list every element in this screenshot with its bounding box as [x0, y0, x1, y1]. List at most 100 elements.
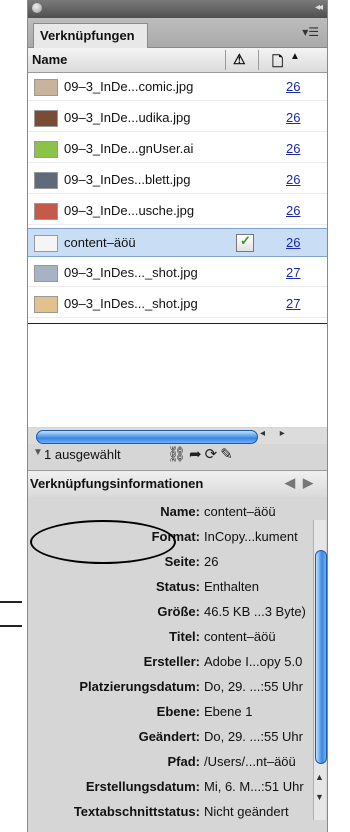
file-thumbnail-icon [34, 265, 58, 282]
info-key: Ersteller: [143, 654, 200, 669]
tab-links[interactable]: Verknüpfungen [33, 23, 148, 48]
info-value: content–äöü [204, 504, 276, 519]
scroll-thumb[interactable] [36, 430, 258, 444]
page-link[interactable]: 26 [286, 172, 300, 187]
page-link[interactable]: 26 [286, 203, 300, 218]
page-link[interactable]: 26 [286, 235, 300, 250]
link-info-header[interactable]: Verknüpfungsinformationen ◀▶ [28, 470, 327, 498]
go-to-link-icon[interactable]: ➦ [189, 446, 205, 463]
info-value: 46.5 KB ...3 Byte) [204, 604, 306, 619]
tab-row: Verknüpfungen ▾☰ [28, 18, 327, 48]
link-file-name: 09–3_InDe...comic.jpg [64, 79, 194, 94]
list-item[interactable]: 09–3_InDe...gnUser.ai 26 [28, 135, 327, 163]
info-key: Name: [160, 504, 200, 519]
info-key: Pfad: [167, 754, 201, 769]
file-thumbnail-icon [34, 141, 58, 158]
info-row: Erstellungsdatum: Mi, 6. M...:51 Uhr [28, 776, 318, 798]
link-info-title: Verknüpfungsinformationen [30, 476, 204, 491]
info-row: Ersteller: Adobe I...opy 5.0 [28, 651, 318, 673]
info-key: Format: [151, 529, 200, 544]
close-button[interactable] [32, 3, 42, 13]
list-item[interactable]: content–äöü 26 [28, 228, 327, 257]
list-item[interactable]: 09–3_InDe...comic.jpg 26 [28, 73, 327, 101]
selection-count: 1 ausgewählt [44, 447, 121, 462]
link-file-name: 09–3_InDes..._shot.jpg [64, 296, 198, 311]
info-nav-arrows-icon[interactable]: ◀▶ [285, 475, 321, 491]
page-link[interactable]: 27 [286, 265, 300, 280]
info-row: Textabschnittstatus: Nicht geändert [28, 801, 318, 823]
link-file-name: 09–3_InDe...usche.jpg [64, 203, 195, 218]
links-list: 09–3_InDe...comic.jpg 26 09–3_InDe...udika… [28, 73, 327, 427]
link-file-name: 09–3_InDes..._shot.jpg [64, 265, 198, 280]
scroll-up-icon[interactable]: ▲ [315, 772, 324, 782]
link-file-name: 09–3_InDes...blett.jpg [64, 172, 191, 187]
info-value: Nicht geändert [204, 804, 289, 819]
collapse-icon[interactable]: ◂◂ [315, 2, 323, 13]
file-thumbnail-icon [34, 110, 58, 127]
info-key: Textabschnittstatus: [73, 804, 200, 819]
file-thumbnail-icon [34, 203, 58, 220]
column-name[interactable]: Name [32, 52, 67, 67]
info-key: Geändert: [138, 729, 200, 744]
info-key: Seite: [164, 554, 200, 569]
list-item[interactable]: 09–3_InDes...blett.jpg 26 [28, 166, 327, 194]
link-file-name: 09–3_InDe...udika.jpg [64, 110, 191, 125]
list-item[interactable]: 09–3_InDe...usche.jpg 26 [28, 197, 327, 225]
warning-icon[interactable]: ⚠ [233, 51, 246, 68]
embedded-status-icon [236, 233, 254, 252]
vertical-scrollbar[interactable]: ▲ ▼ [313, 520, 327, 820]
page-link[interactable]: 27 [286, 296, 300, 311]
file-thumbnail-icon [34, 235, 58, 252]
info-value: 26 [204, 554, 219, 569]
page-link[interactable]: 26 [286, 110, 300, 125]
scroll-down-icon[interactable]: ▼ [315, 792, 324, 802]
info-value: /Users/...nt–äöü [204, 754, 296, 769]
info-row: Pfad:/Users/...nt–äöü [28, 751, 318, 773]
panel-menu-icon[interactable]: ▾☰ [302, 25, 319, 39]
info-key: Platzierungsdatum: [79, 679, 200, 694]
sort-arrow-icon[interactable]: ▲ [290, 51, 300, 62]
vertical-scroll-thumb[interactable] [315, 550, 327, 764]
info-value: Enthalten [204, 579, 259, 594]
info-key: Titel: [169, 629, 200, 644]
update-link-icon[interactable]: ⟳ [205, 446, 221, 463]
info-row: Ebene: Ebene 1 [28, 701, 318, 723]
info-value: InCopy...kument [204, 529, 298, 544]
list-divider [28, 323, 327, 324]
link-tools: ⛓➦⟳✎ [167, 445, 236, 463]
annotation-mark [0, 601, 22, 603]
annotation-mark [0, 625, 22, 627]
info-key: Größe: [157, 604, 200, 619]
page-icon[interactable]: 🗋 [272, 51, 283, 75]
page-link[interactable]: 26 [286, 79, 300, 94]
file-thumbnail-icon [34, 79, 58, 96]
disclosure-triangle-icon[interactable]: ▼ [33, 447, 43, 458]
info-key: Status: [155, 579, 200, 594]
info-row: Platzierungsdatum: Do, 29. ...:55 Uhr [28, 676, 318, 698]
info-value: content–äöü [204, 629, 276, 644]
link-info-body: Name: content–äöü Format: InCopy...kument Se… [28, 497, 327, 832]
info-value: Ebene 1 [204, 704, 253, 719]
page-link[interactable]: 26 [286, 141, 300, 156]
info-value: Do, 29. ...:55 Uhr [204, 729, 303, 744]
info-row: Name: content–äöü [28, 501, 318, 523]
list-item[interactable]: 09–3_InDes..._shot.jpg 27 [28, 290, 327, 318]
relink-cc-icon[interactable]: ⛓ [167, 446, 189, 463]
info-row: Größe: 46.5 KB ...3 Byte) [28, 601, 318, 623]
info-value: Do, 29. ...:55 Uhr [204, 679, 303, 694]
info-key: Erstellungsdatum: [85, 779, 200, 794]
column-divider [258, 50, 259, 70]
edit-original-icon[interactable]: ✎ [220, 446, 236, 463]
info-row: Seite: 26 [28, 551, 318, 573]
link-file-name: 09–3_InDe...gnUser.ai [64, 141, 194, 156]
links-panel: ◂◂ Verknüpfungen ▾☰ Name ⚠ 🗋 ▲ 09–3_InDe… [27, 0, 328, 832]
list-item[interactable]: 09–3_InDes..._shot.jpg 27 [28, 259, 327, 287]
column-divider [225, 50, 226, 70]
file-thumbnail-icon [34, 296, 58, 313]
list-item[interactable]: 09–3_InDe...udika.jpg 26 [28, 104, 327, 132]
info-key: Ebene: [156, 704, 200, 719]
link-file-name: content–äöü [64, 235, 136, 250]
column-header: Name ⚠ 🗋 ▲ [28, 48, 327, 73]
horizontal-scrollbar[interactable]: ◂ ▸ [28, 428, 327, 444]
scroll-arrows-icon[interactable]: ◂ ▸ [260, 428, 291, 439]
